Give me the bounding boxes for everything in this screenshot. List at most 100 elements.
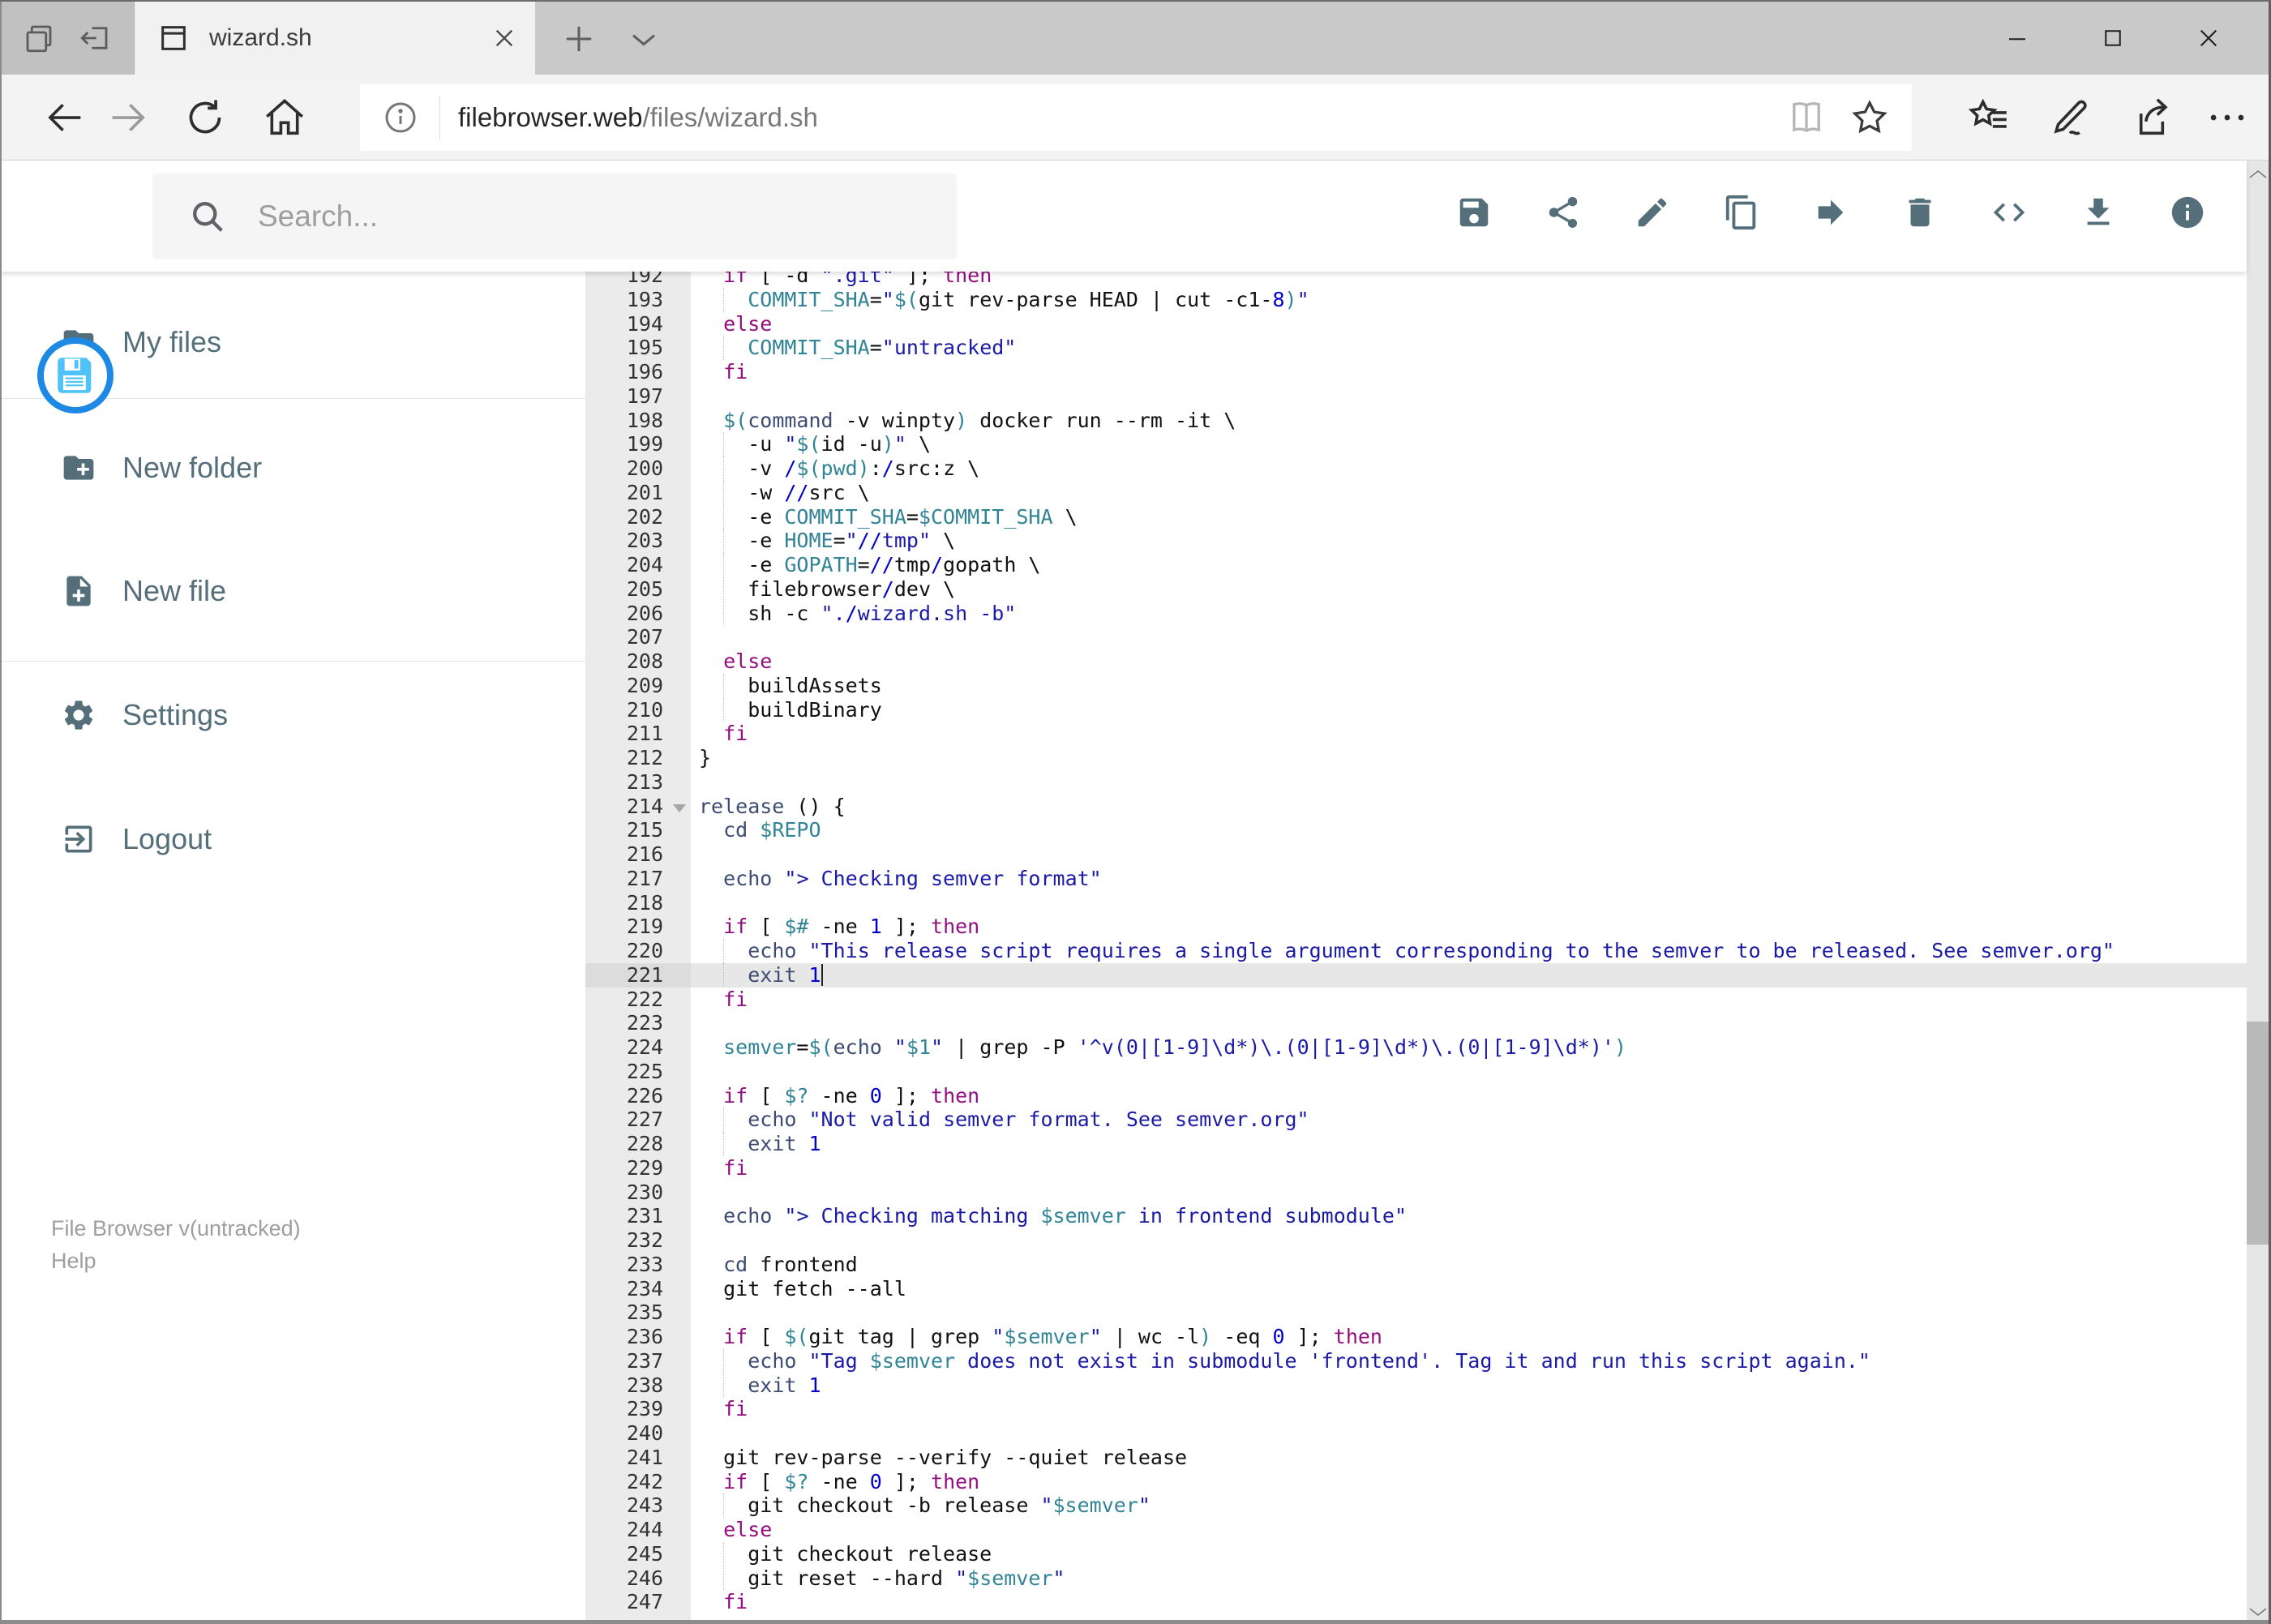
- line-number: 205: [626, 576, 663, 601]
- sidebar-footer: File Browser v(untracked) Help: [51, 1212, 301, 1277]
- code-line-244: 244 else: [585, 1518, 2247, 1542]
- indent-guide: [723, 1108, 725, 1132]
- code-line-214: 214 release () {: [585, 795, 2247, 819]
- logout-icon: [61, 821, 96, 857]
- app-version-text: File Browser v(untracked): [51, 1216, 301, 1240]
- code-line-216: 216: [585, 842, 2247, 867]
- reading-view-icon[interactable]: [1785, 96, 1828, 139]
- code-line-246: 246 git reset --hard "$semver": [585, 1566, 2247, 1591]
- tab-list-chevron-icon[interactable]: [623, 18, 665, 60]
- code-editor[interactable]: 192 if [ -d ".git" ]; then 193 COMMIT_SHA…: [585, 272, 2247, 1624]
- code-line-241: 241 git rev-parse --verify --quiet relea…: [585, 1446, 2247, 1470]
- line-number: 218: [626, 890, 663, 915]
- indent-guide: [723, 456, 725, 481]
- indent-guide: [723, 553, 725, 577]
- tab-wizard-sh[interactable]: wizard.sh: [135, 2, 535, 75]
- line-number: 215: [626, 818, 663, 842]
- download-icon: [2080, 194, 2117, 231]
- share-page-icon[interactable]: [2123, 89, 2180, 146]
- indent-guide: [723, 1566, 725, 1591]
- move-icon: [1812, 194, 1849, 231]
- sidebar-item-label: New folder: [122, 451, 263, 484]
- share-button[interactable]: [1545, 194, 1582, 231]
- window-controls: [1969, 2, 2256, 75]
- code-line-202: 202 -e COMMIT_SHA=$COMMIT_SHA \: [585, 504, 2247, 529]
- indent-guide: [723, 1493, 725, 1518]
- tab-bar: wizard.sh: [0, 2, 2271, 75]
- code-line-233: 233 cd frontend: [585, 1253, 2247, 1277]
- settings-icon: [61, 697, 96, 733]
- code-line-211: 211 fi: [585, 722, 2247, 746]
- site-info-icon[interactable]: [381, 98, 420, 137]
- home-button[interactable]: [256, 89, 313, 146]
- copy-button[interactable]: [1723, 194, 1760, 231]
- minimize-button[interactable]: [1969, 2, 2065, 75]
- move-button[interactable]: [1812, 194, 1849, 231]
- hub-favorites-icon[interactable]: [1960, 89, 2017, 146]
- address-bar[interactable]: filebrowser.web/files/wizard.sh: [360, 84, 1912, 151]
- code-text: release () {: [699, 794, 846, 818]
- more-options-icon[interactable]: [2199, 89, 2256, 146]
- code-line-217: 217 echo "> Checking semver format": [585, 867, 2247, 891]
- save-icon: [1455, 194, 1493, 231]
- scrollbar-thumb[interactable]: [2247, 1022, 2269, 1245]
- page-scrollbar[interactable]: [2247, 161, 2269, 1624]
- indent-guide: [723, 1373, 725, 1398]
- code-line-238: 238 exit 1: [585, 1373, 2247, 1398]
- indent-guide: [723, 480, 725, 505]
- sidebar-item-logout[interactable]: Logout: [0, 802, 585, 876]
- code-line-215: 215 cd $REPO: [585, 818, 2247, 842]
- search-input[interactable]: [256, 199, 957, 234]
- code-button[interactable]: [1990, 194, 2028, 231]
- set-tabs-aside-icon[interactable]: [78, 21, 112, 55]
- code-line-212: 212}: [585, 746, 2247, 770]
- indent-guide: [723, 529, 725, 553]
- scroll-up-arrow-icon[interactable]: [2247, 161, 2269, 188]
- forward-button[interactable]: [100, 89, 156, 146]
- indent-guide: [723, 697, 725, 722]
- code-line-227: 227 echo "Not valid semver format. See s…: [585, 1108, 2247, 1132]
- tab-close-icon[interactable]: [491, 25, 517, 51]
- help-link[interactable]: Help: [51, 1245, 301, 1277]
- edit-button[interactable]: [1634, 194, 1671, 231]
- code-text: $(command -v winpty) docker run --rm -it…: [723, 408, 1236, 432]
- code-text: echo "Not valid semver format. See semve…: [691, 1108, 2247, 1132]
- search-box[interactable]: [152, 174, 957, 259]
- code-text: -w //src \: [699, 480, 870, 505]
- line-number: 195: [626, 336, 663, 360]
- save-button[interactable]: [1455, 194, 1493, 231]
- url-text[interactable]: filebrowser.web/files/wizard.sh: [458, 102, 1785, 133]
- close-window-button[interactable]: [2161, 2, 2256, 75]
- line-number: 204: [626, 553, 663, 576]
- edit-icon: [1634, 194, 1671, 231]
- tab-preview-icon[interactable]: [22, 21, 56, 55]
- sidebar-item-settings[interactable]: Settings: [0, 678, 585, 752]
- code-line-206: 206 sh -c "./wizard.sh -b": [585, 601, 2247, 626]
- code-text: }: [699, 746, 712, 769]
- line-number: 241: [626, 1445, 663, 1469]
- info-button[interactable]: [2169, 194, 2206, 231]
- sidebar-item-new-file[interactable]: New file: [0, 554, 585, 628]
- line-number: 245: [626, 1541, 663, 1566]
- code-line-208: 208 else: [585, 649, 2247, 674]
- refresh-button[interactable]: [177, 89, 234, 146]
- sidebar-item-new-folder[interactable]: New folder: [0, 431, 585, 505]
- maximize-button[interactable]: [2065, 2, 2161, 75]
- code-line-243: 243 git checkout -b release "$semver": [585, 1493, 2247, 1518]
- ink-annotate-icon[interactable]: [2042, 89, 2098, 146]
- back-button[interactable]: [36, 89, 93, 146]
- favorite-star-icon[interactable]: [1849, 96, 1891, 139]
- delete-button[interactable]: [1901, 194, 1939, 231]
- new-tab-button[interactable]: [558, 18, 600, 60]
- code-text: exit 1: [691, 962, 2247, 988]
- line-number: 213: [626, 769, 663, 794]
- download-button[interactable]: [2080, 194, 2117, 231]
- fold-arrow-icon[interactable]: [673, 803, 686, 812]
- code-text: fi: [723, 360, 748, 384]
- code-text: sh -c "./wizard.sh -b": [699, 601, 1017, 626]
- code-icon: [1990, 194, 2028, 231]
